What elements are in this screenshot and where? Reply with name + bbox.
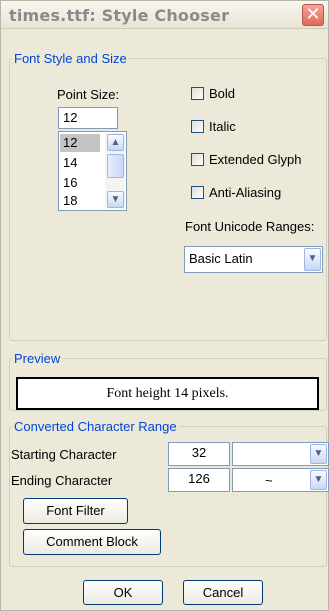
ok-button[interactable]: OK xyxy=(83,580,163,605)
point-size-label: Point Size: xyxy=(57,87,120,102)
unicode-ranges-label: Font Unicode Ranges: xyxy=(185,219,315,234)
unicode-range-select[interactable]: Basic Latin ▼ xyxy=(184,246,323,273)
size-option-18[interactable]: 18 xyxy=(60,192,100,210)
ending-char-select[interactable]: ~ ▼ xyxy=(232,468,329,492)
chevron-down-icon: ▼ xyxy=(110,194,121,205)
chevron-up-icon: ▲ xyxy=(110,137,121,148)
bold-label[interactable]: Bold xyxy=(209,86,235,101)
starting-char-dropdown-button[interactable]: ▼ xyxy=(310,444,327,464)
starting-char-select[interactable]: ▼ xyxy=(232,442,329,466)
extended-glyph-label[interactable]: Extended Glyph xyxy=(209,152,302,167)
anti-aliasing-label[interactable]: Anti-Aliasing xyxy=(209,185,281,200)
unicode-range-dropdown-button[interactable]: ▼ xyxy=(304,248,321,271)
starting-character-value: 32 xyxy=(191,445,207,460)
ending-char-glyph: ~ xyxy=(265,473,273,488)
preview-box: Font height 14 pixels. xyxy=(16,377,319,410)
close-icon: ✕ xyxy=(305,4,321,25)
extended-glyph-checkbox[interactable] xyxy=(191,153,204,166)
scroll-up-button[interactable]: ▲ xyxy=(107,134,124,151)
unicode-range-value: Basic Latin xyxy=(189,251,253,266)
starting-character-label: Starting Character xyxy=(11,447,117,462)
chevron-down-icon: ▼ xyxy=(313,448,324,459)
point-size-input[interactable]: 12 xyxy=(58,107,118,129)
font-filter-button[interactable]: Font Filter xyxy=(23,498,128,524)
scroll-thumb[interactable] xyxy=(107,154,124,178)
size-option-14[interactable]: 14 xyxy=(60,154,100,172)
size-option-16[interactable]: 16 xyxy=(60,174,100,192)
starting-character-input[interactable]: 32 xyxy=(168,442,230,466)
ending-char-dropdown-button[interactable]: ▼ xyxy=(310,470,327,490)
point-size-value: 12 xyxy=(63,110,78,125)
bold-checkbox[interactable] xyxy=(191,87,204,100)
preview-legend: Preview xyxy=(14,351,61,366)
comment-block-button[interactable]: Comment Block xyxy=(23,529,161,555)
italic-checkbox[interactable] xyxy=(191,120,204,133)
ending-character-label: Ending Character xyxy=(11,473,113,488)
preview-text: Font height 14 pixels. xyxy=(106,386,229,401)
anti-aliasing-checkbox[interactable] xyxy=(191,186,204,199)
close-button[interactable]: ✕ xyxy=(302,4,324,26)
title-bar[interactable]: times.ttf: Style Chooser ✕ xyxy=(1,1,328,29)
font-style-legend: Font Style and Size xyxy=(14,51,127,66)
char-range-legend: Converted Character Range xyxy=(14,419,177,434)
chevron-down-icon: ▼ xyxy=(307,253,318,264)
italic-label[interactable]: Italic xyxy=(209,119,236,134)
ending-character-value: 126 xyxy=(188,471,210,486)
point-size-list[interactable]: 12 14 16 18 ▲ ▼ xyxy=(58,131,127,211)
chevron-down-icon: ▼ xyxy=(313,474,324,485)
size-option-12[interactable]: 12 xyxy=(60,134,100,152)
scroll-down-button[interactable]: ▼ xyxy=(107,191,124,208)
cancel-button[interactable]: Cancel xyxy=(183,580,263,605)
window-title: times.ttf: Style Chooser xyxy=(9,6,230,25)
ending-character-input[interactable]: 126 xyxy=(168,468,230,492)
style-chooser-window: times.ttf: Style Chooser ✕ Font Style an… xyxy=(0,0,329,611)
